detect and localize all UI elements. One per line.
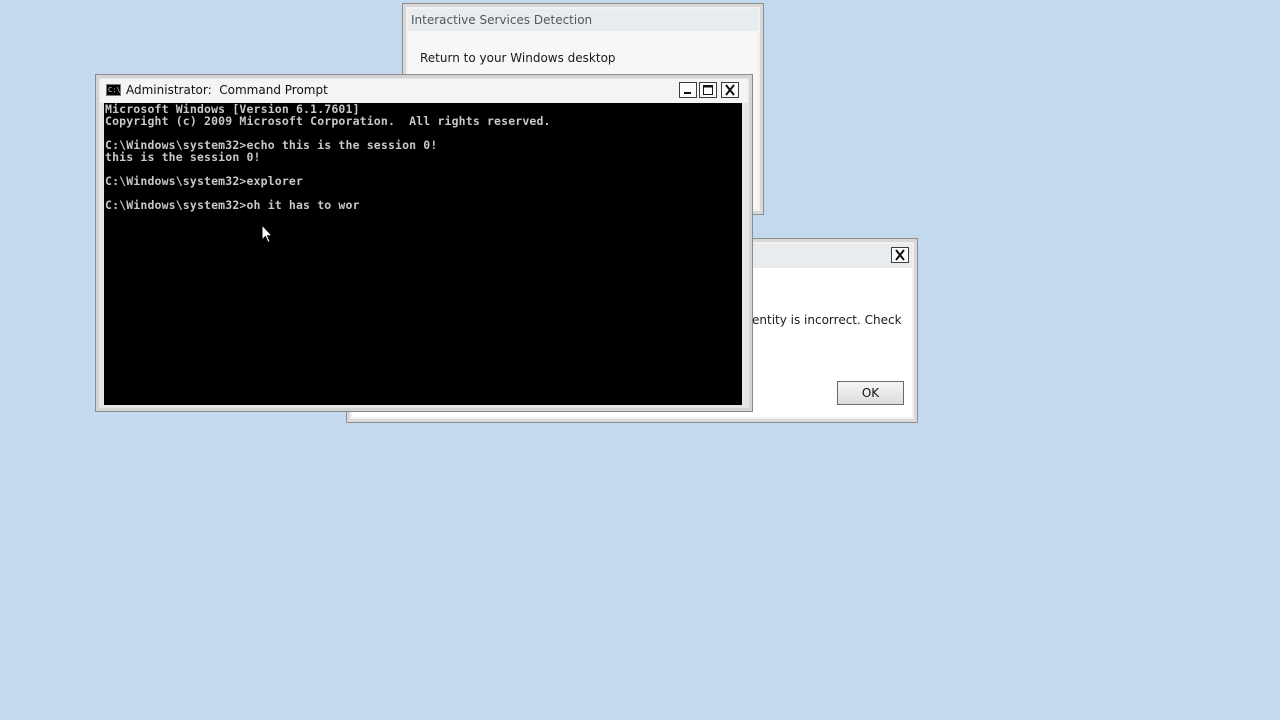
console-line: this is the session 0! bbox=[105, 150, 261, 164]
command-prompt-window: C:\ Administrator: Command Prompt Micros… bbox=[95, 74, 753, 412]
isd-window-title: Interactive Services Detection bbox=[411, 13, 593, 27]
desktop: { "desktop": { "background": "#c4d9ee" }… bbox=[0, 0, 1280, 720]
close-icon bbox=[725, 84, 735, 96]
error-message: entity is incorrect. Check bbox=[752, 313, 902, 327]
console-input-line[interactable]: C:\Windows\system32>oh it has to wor bbox=[105, 199, 360, 211]
console-scrollbar[interactable] bbox=[742, 103, 746, 405]
console-output[interactable]: Microsoft Windows [Version 6.1.7601] Cop… bbox=[104, 103, 746, 405]
isd-titlebar[interactable]: Interactive Services Detection bbox=[408, 9, 758, 31]
return-to-desktop-link[interactable]: Return to your Windows desktop bbox=[420, 51, 616, 65]
console-line: C:\Windows\system32>explorer bbox=[105, 174, 304, 188]
error-dialog-close-button[interactable] bbox=[891, 247, 909, 263]
minimize-icon bbox=[684, 92, 691, 94]
console-line: Copyright (c) 2009 Microsoft Corporation… bbox=[105, 114, 551, 128]
maximize-button[interactable] bbox=[699, 82, 717, 98]
maximize-icon bbox=[703, 85, 713, 95]
cmd-app-icon: C:\ bbox=[106, 84, 121, 96]
cmd-titlebar[interactable]: C:\ Administrator: Command Prompt bbox=[100, 79, 748, 103]
close-button[interactable] bbox=[721, 82, 739, 98]
cmd-window-title: Administrator: Command Prompt bbox=[126, 83, 328, 97]
minimize-button[interactable] bbox=[679, 82, 697, 98]
ok-button[interactable]: OK bbox=[837, 381, 904, 405]
close-icon bbox=[895, 249, 905, 261]
